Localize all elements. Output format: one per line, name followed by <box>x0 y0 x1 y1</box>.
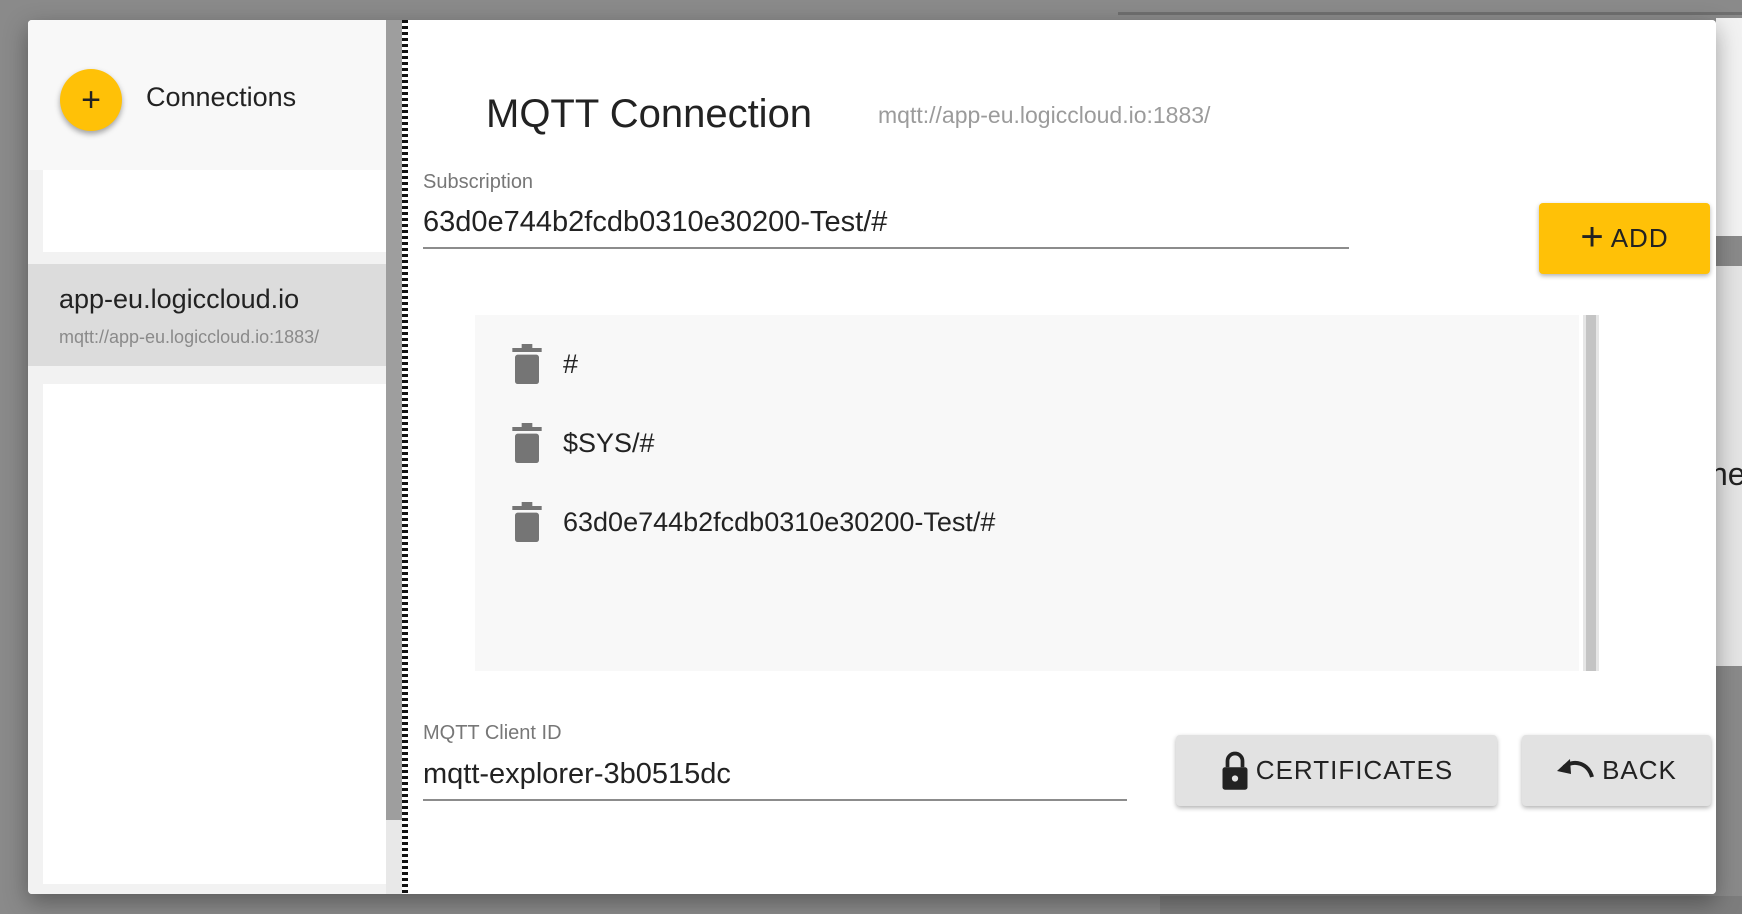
trash-icon[interactable] <box>511 422 543 464</box>
subscription-label: Subscription <box>423 171 534 193</box>
subscription-item: $SYS/# <box>511 418 655 468</box>
subscription-list-scrollbar-thumb[interactable] <box>1586 315 1596 671</box>
sidebar-header: + Connections <box>28 20 386 170</box>
sidebar-blank-card <box>43 170 386 252</box>
sidebar-list-area <box>43 384 386 884</box>
connection-name: app-eu.logiccloud.io <box>59 284 300 314</box>
client-id-input[interactable] <box>423 758 1127 801</box>
back-button-label: BACK <box>1602 755 1677 785</box>
background-app-panel <box>1716 18 1742 236</box>
connection-settings-panel: MQTT Connection mqtt://app-eu.logiccloud… <box>408 20 1716 894</box>
page-title: MQTT Connection <box>486 92 813 136</box>
add-connection-button[interactable]: + <box>60 69 122 131</box>
connection-url-subtitle: mqtt://app-eu.logiccloud.io:1883/ <box>878 102 1211 128</box>
connection-item[interactable]: app-eu.logiccloud.io mqtt://app-eu.logic… <box>28 264 386 366</box>
subscription-topic: # <box>563 348 579 379</box>
subscription-list: # $SYS/# 63d0e744b2fcdb0310e30200-Test/# <box>475 315 1579 671</box>
lock-icon <box>1222 751 1248 790</box>
connection-dialog: + Connections app-eu.logiccloud.io mqtt:… <box>28 20 1716 894</box>
certificates-button[interactable]: CERTIFICATES <box>1176 735 1497 806</box>
subscription-item: # <box>511 339 578 389</box>
connections-sidebar: + Connections app-eu.logiccloud.io mqtt:… <box>28 20 386 894</box>
background-app-line <box>1118 12 1742 15</box>
background-app-footer <box>1160 896 1742 914</box>
add-subscription-button[interactable]: + ADD <box>1539 203 1710 274</box>
subscription-topic: 63d0e744b2fcdb0310e30200-Test/# <box>563 506 996 537</box>
subscription-list-scrollbar[interactable] <box>1583 315 1599 671</box>
add-button-label: ADD <box>1610 223 1669 253</box>
sidebar-title: Connections <box>146 82 297 112</box>
plus-icon: + <box>81 81 101 119</box>
back-button[interactable]: BACK <box>1522 735 1711 806</box>
plus-icon: + <box>1580 214 1605 259</box>
client-id-label: MQTT Client ID <box>423 722 562 744</box>
subscription-topic: $SYS/# <box>563 427 655 458</box>
subscription-item: 63d0e744b2fcdb0310e30200-Test/# <box>511 497 995 547</box>
undo-icon <box>1557 758 1595 778</box>
subscription-input[interactable] <box>423 206 1349 249</box>
trash-icon[interactable] <box>511 343 543 385</box>
connection-url: mqtt://app-eu.logiccloud.io:1883/ <box>59 327 320 347</box>
certificates-button-label: CERTIFICATES <box>1255 755 1454 785</box>
trash-icon[interactable] <box>511 501 543 543</box>
